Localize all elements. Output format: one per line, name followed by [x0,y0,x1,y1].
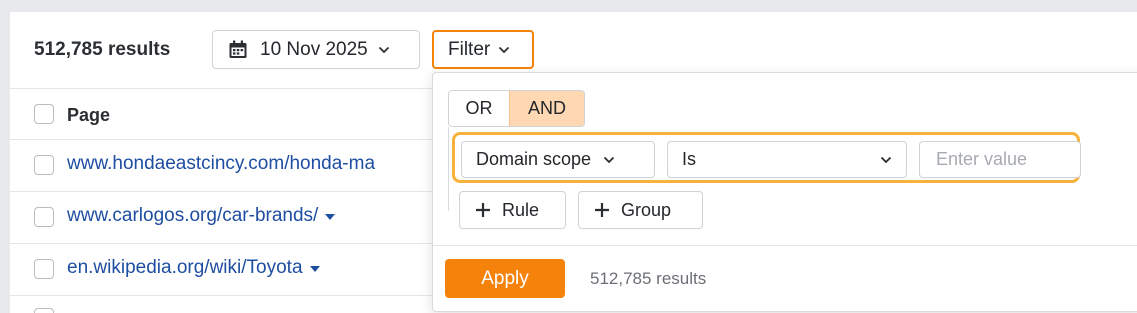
page-link-wrap: www.carlogos.org/car-brands/ [67,205,336,227]
select-all-checkbox[interactable] [34,104,54,124]
page-link[interactable]: en.wikipedia.org/wiki/Toyota [67,257,303,278]
calendar-icon [228,40,248,60]
apply-button[interactable]: Apply [445,259,565,298]
chevron-down-icon [880,156,892,164]
filter-button[interactable]: Filter [432,30,534,69]
filter-results-count: 512,785 results [590,269,707,288]
logic-toggle: OR AND [448,90,585,127]
page-link[interactable]: www.carlogos.org/car-brands/ [67,205,318,226]
row-checkbox[interactable] [34,155,54,175]
filter-rule: Domain scope Is [452,132,1081,183]
caret-down-icon[interactable] [309,257,321,279]
add-group-button[interactable]: Group [578,191,703,229]
plus-icon [474,201,492,219]
plus-icon [593,201,611,219]
page-link[interactable]: www.hondaeastcincy.com/honda-ma [67,153,375,175]
chevron-down-icon [378,46,390,54]
results-count: 512,785 results [34,39,171,60]
logic-or-option[interactable]: OR [449,91,509,126]
caret-down-icon[interactable] [324,205,336,227]
divider [433,245,1137,246]
operator-select[interactable]: Is [667,141,907,178]
date-picker-button[interactable]: 10 Nov 2025 [212,30,420,69]
add-rule-label: Rule [502,199,540,220]
date-label: 10 Nov 2025 [260,38,368,60]
field-select-value: Domain scope [476,149,592,169]
filter-label: Filter [448,38,491,60]
field-select[interactable]: Domain scope [461,141,655,178]
chevron-down-icon [498,46,510,54]
value-input[interactable] [919,141,1081,178]
row-checkbox[interactable] [34,259,54,279]
operator-select-value: Is [682,149,697,169]
row-checkbox[interactable] [34,207,54,227]
page-link-wrap: en.wikipedia.org/wiki/Toyota [67,257,321,279]
group-connector [448,127,449,211]
add-rule-button[interactable]: Rule [459,191,566,229]
column-header-page: Page [67,105,111,125]
chevron-down-icon [603,156,615,164]
add-group-label: Group [621,199,672,220]
row-checkbox[interactable] [34,308,54,313]
logic-and-option[interactable]: AND [509,91,584,126]
filter-dropdown: OR AND Domain scope Is Rule Group Apply [432,72,1137,312]
